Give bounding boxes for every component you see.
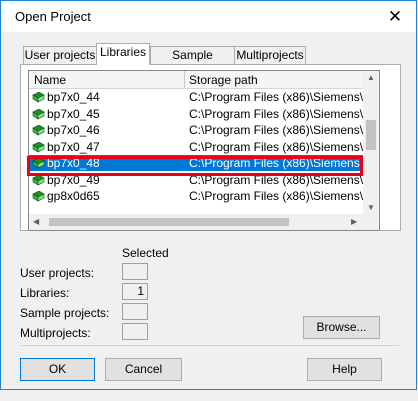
label-libraries: Libraries:	[20, 286, 70, 300]
vertical-scroll-thumb[interactable]	[366, 120, 376, 150]
list-header: Name Storage path	[29, 71, 363, 89]
scroll-up-arrow-icon[interactable]: ▲	[367, 73, 375, 82]
tab-sample-projects[interactable]: Sample projects	[150, 46, 235, 79]
close-icon[interactable]: ✕	[376, 4, 414, 30]
scroll-right-arrow-icon[interactable]: ▶	[351, 217, 357, 226]
window-title: Open Project	[15, 9, 91, 24]
horizontal-scroll-thumb[interactable]	[49, 218, 289, 226]
list-item[interactable]: bp7x0_46 C:\Program Files (x86)\Siemens\S…	[29, 122, 379, 138]
row-storage-path: C:\Program Files (x86)\Siemens\Step	[189, 172, 380, 187]
list-item[interactable]: bp7x0_44 C:\Program Files (x86)\Siemens\S…	[29, 89, 379, 105]
count-multiprojects	[122, 323, 148, 340]
scroll-corner	[363, 214, 379, 230]
row-storage-path: C:\Program Files (x86)\Siemens\Step	[189, 123, 380, 137]
row-storage-path: C:\Program Files (x86)\Siemens\Step	[189, 90, 380, 104]
selected-header: Selected	[122, 246, 169, 260]
row-name: bp7x0_46	[47, 123, 100, 137]
cancel-button[interactable]: Cancel	[105, 358, 182, 381]
list-item[interactable]: bp7x0_49 C:\Program Files (x86)\Siemens\S…	[29, 172, 379, 188]
label-multiprojects: Multiprojects:	[20, 326, 91, 340]
tab-multiprojects[interactable]: Multiprojects	[234, 46, 306, 64]
horizontal-scrollbar[interactable]: ◀ ▶	[29, 214, 363, 230]
row-storage-path: C:\Program Files (x86)\Siemens\Ste	[189, 156, 380, 170]
library-book-icon	[32, 125, 45, 136]
help-button[interactable]: Help	[307, 358, 382, 381]
count-libraries: 1	[122, 283, 148, 300]
row-storage-path: C:\Program Files (x86)\Siemens\Step	[189, 189, 380, 203]
scroll-down-arrow-icon[interactable]: ▼	[367, 203, 375, 212]
title-bar: Open Project ✕	[1, 1, 416, 32]
list-item[interactable]: gp8x0d65 C:\Program Files (x86)\Siemens\S…	[29, 188, 379, 204]
row-name: bp7x0_44	[47, 90, 100, 104]
library-book-icon	[32, 141, 45, 153]
library-book-icon	[32, 92, 45, 103]
row-name: gp8x0d65	[47, 189, 100, 203]
library-book-icon	[32, 108, 45, 120]
column-header-storage-path[interactable]: Storage path	[189, 73, 258, 87]
row-name: bp7x0_49	[47, 172, 100, 187]
tab-user-projects[interactable]: User projects	[23, 46, 97, 64]
ok-button[interactable]: OK	[20, 358, 95, 381]
row-name: bp7x0_47	[47, 139, 100, 154]
browse-button[interactable]: Browse...	[303, 316, 380, 339]
library-book-icon	[32, 191, 45, 202]
column-header-name[interactable]: Name	[34, 73, 66, 87]
count-user-projects	[122, 263, 148, 280]
open-project-dialog: Open Project ✕ User projects Libraries S…	[0, 0, 417, 390]
label-sample-projects: Sample projects:	[20, 306, 110, 320]
list-item[interactable]: bp7x0_48 C:\Program Files (x86)\Siemens\S…	[29, 155, 379, 171]
label-user-projects: User projects:	[20, 266, 95, 280]
library-book-icon	[32, 158, 45, 169]
column-separator[interactable]	[184, 71, 185, 88]
list-item[interactable]: bp7x0_45 C:\Program Files (x86)\Siemens\S…	[29, 106, 379, 122]
library-book-icon	[32, 174, 45, 186]
scroll-left-arrow-icon[interactable]: ◀	[33, 217, 39, 226]
list-item[interactable]: bp7x0_47 C:\Program Files (x86)\Siemens\S…	[29, 139, 379, 155]
row-storage-path: C:\Program Files (x86)\Siemens\Step	[189, 139, 380, 154]
tab-libraries[interactable]: Libraries	[96, 43, 150, 65]
row-name: bp7x0_48	[47, 156, 100, 170]
count-sample-projects	[122, 303, 148, 320]
divider	[21, 345, 399, 346]
vertical-scrollbar[interactable]: ▲ ▼	[363, 71, 379, 214]
row-name: bp7x0_45	[47, 106, 100, 121]
project-list[interactable]: Name Storage path bp7x0_44 C:\Program Fil…	[28, 70, 380, 231]
row-storage-path: C:\Program Files (x86)\Siemens\Step	[189, 106, 380, 121]
